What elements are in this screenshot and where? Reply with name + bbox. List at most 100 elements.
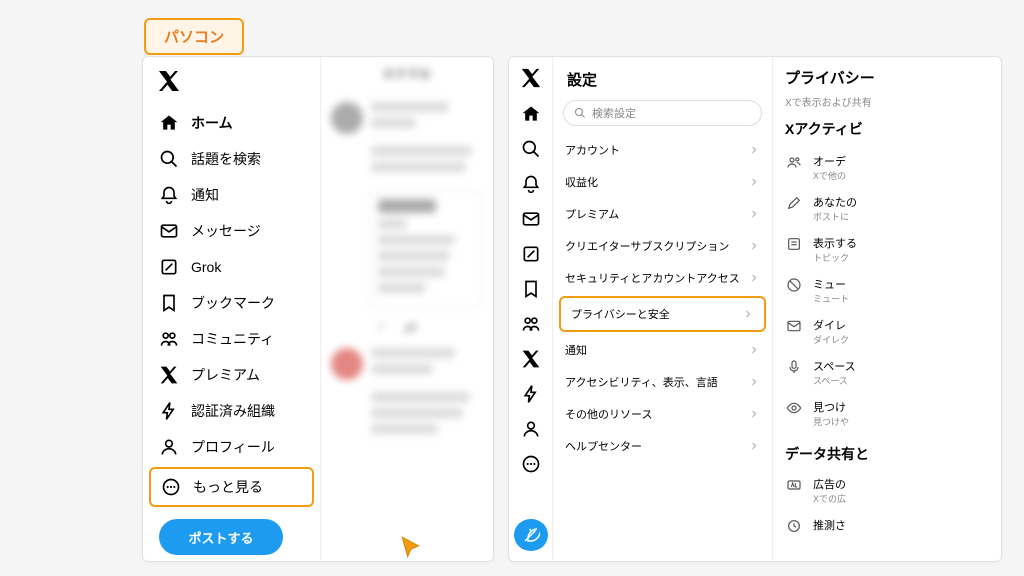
detail-item[interactable]: 広告のXでの広 xyxy=(785,470,1001,511)
community-icon[interactable] xyxy=(520,313,542,334)
chevron-right-icon xyxy=(748,408,760,420)
detail-item[interactable]: 表示するトピック xyxy=(785,229,1001,270)
feed-tab-recommended[interactable]: おすすめ xyxy=(321,65,493,82)
settings-item-label: アカウント xyxy=(565,142,620,158)
nav-label: コミュニティ xyxy=(191,329,274,349)
nav-item-search[interactable]: 話題を検索 xyxy=(149,141,314,177)
grok-icon[interactable] xyxy=(520,243,542,264)
settings-item[interactable]: その他のリソース xyxy=(553,398,772,430)
settings-item[interactable]: セキュリティとアカウントアクセス xyxy=(553,262,772,294)
nav-item-home[interactable]: ホーム xyxy=(149,105,314,141)
chevron-right-icon xyxy=(748,144,760,156)
nav-item-bookmark[interactable]: ブックマーク xyxy=(149,285,314,321)
settings-search-placeholder: 検索設定 xyxy=(592,105,636,121)
settings-item-label: アクセシビリティ、表示、言語 xyxy=(565,374,718,390)
highlight-privacy: プライバシーと安全 xyxy=(559,296,766,332)
detail-item-title: オーデ xyxy=(813,153,1001,169)
detail-item-sub: Xで他の xyxy=(813,169,1001,182)
chevron-right-icon xyxy=(748,208,760,220)
detail-item-title: ダイレ xyxy=(813,317,1001,333)
settings-item[interactable]: プライバシーと安全 xyxy=(561,298,764,330)
detail-item-title: あなたの xyxy=(813,194,1001,210)
nav-item-x[interactable]: プレミアム xyxy=(149,357,314,393)
detail-item[interactable]: 推測さ xyxy=(785,511,1001,541)
community-icon xyxy=(159,329,179,349)
settings-item-label: クリエイターサブスクリプション xyxy=(565,238,729,254)
detail-item-sub: トピック xyxy=(813,251,1001,264)
infer-icon xyxy=(785,517,803,535)
detail-item-sub: スペース xyxy=(813,374,1001,387)
nav-item-grok[interactable]: Grok xyxy=(149,249,314,285)
detail-item[interactable]: ダイレダイレク xyxy=(785,311,1001,352)
detail-item[interactable]: オーデXで他の xyxy=(785,147,1001,188)
settings-item[interactable]: アクセシビリティ、表示、言語 xyxy=(553,366,772,398)
right-panel: 設定 検索設定 アカウント収益化プレミアムクリエイターサブスクリプションセキュリ… xyxy=(508,56,1002,562)
nav-item-more[interactable]: もっと見る xyxy=(151,469,312,505)
detail-item[interactable]: スペーススペース xyxy=(785,352,1001,393)
profile-icon xyxy=(159,437,179,457)
more-icon[interactable] xyxy=(520,453,542,474)
detail-item[interactable]: 見つけ見つけや xyxy=(785,393,1001,434)
nav-label: プレミアム xyxy=(191,365,260,385)
post-button[interactable]: ポストする xyxy=(159,519,283,555)
settings-item-label: セキュリティとアカウントアクセス xyxy=(565,270,740,286)
nav-item-bolt[interactable]: 認証済み組織 xyxy=(149,393,314,429)
settings-item-label: 通知 xyxy=(565,342,587,358)
detail-item-sub: ポストに xyxy=(813,210,1001,223)
x-logo-icon[interactable] xyxy=(157,69,183,95)
highlight-more: もっと見る xyxy=(149,467,314,507)
nav-label: Grok xyxy=(191,259,221,275)
chevron-right-icon xyxy=(748,376,760,388)
bolt-icon xyxy=(159,401,179,421)
settings-item[interactable]: プレミアム xyxy=(553,198,772,230)
x-icon[interactable] xyxy=(520,348,542,369)
home-icon xyxy=(159,113,179,133)
settings-item[interactable]: クリエイターサブスクリプション xyxy=(553,230,772,262)
chevron-right-icon xyxy=(742,308,754,320)
data-section-title: データ共有と xyxy=(785,444,1001,464)
mail-icon[interactable] xyxy=(520,208,542,229)
compose-fab[interactable] xyxy=(514,519,548,552)
mic-icon xyxy=(785,358,803,376)
detail-item-title: 推測さ xyxy=(813,517,1001,533)
detail-item-title: スペース xyxy=(813,358,1001,374)
detail-item-sub: ミュート xyxy=(813,292,1001,305)
nav-label: ホーム xyxy=(191,113,233,133)
detail-description: Xで表示および共有 xyxy=(785,94,1001,109)
search-icon[interactable] xyxy=(520,138,542,159)
profile-icon[interactable] xyxy=(520,418,542,439)
detail-item[interactable]: ミューミュート xyxy=(785,270,1001,311)
chevron-right-icon xyxy=(748,176,760,188)
chevron-right-icon xyxy=(748,272,760,284)
pen-icon xyxy=(785,194,803,212)
bolt-icon[interactable] xyxy=(520,383,542,404)
bell-icon[interactable] xyxy=(520,173,542,194)
x-logo-icon[interactable] xyxy=(520,67,542,89)
settings-item[interactable]: アカウント xyxy=(553,134,772,166)
detail-item-title: ミュー xyxy=(813,276,1001,292)
nav-item-community[interactable]: コミュニティ xyxy=(149,321,314,357)
settings-item[interactable]: ヘルプセンター xyxy=(553,430,772,462)
detail-column: プライバシー Xで表示および共有 Xアクティビ オーデXで他のあなたのポストに表… xyxy=(773,57,1001,561)
nav-item-bell[interactable]: 通知 xyxy=(149,177,314,213)
nav-item-mail[interactable]: メッセージ xyxy=(149,213,314,249)
bookmark-icon[interactable] xyxy=(520,278,542,299)
settings-item[interactable]: 収益化 xyxy=(553,166,772,198)
left-nav: ホーム話題を検索通知メッセージ Grok ブックマークコミュニティプレミアム認証済み… xyxy=(143,57,321,561)
nav-item-profile[interactable]: プロフィール xyxy=(149,429,314,465)
nav-label: 通知 xyxy=(191,185,219,205)
nav-label: プロフィール xyxy=(191,437,275,457)
feed-column: おすすめ ○⇄ xyxy=(321,57,493,561)
x-icon xyxy=(159,365,179,385)
dm-icon xyxy=(785,317,803,335)
detail-item[interactable]: あなたのポストに xyxy=(785,188,1001,229)
settings-search-input[interactable]: 検索設定 xyxy=(563,100,762,126)
settings-item-label: 収益化 xyxy=(565,174,598,190)
home-icon[interactable] xyxy=(520,103,542,124)
mail-icon xyxy=(159,221,179,241)
nav-label: メッセージ xyxy=(191,221,261,241)
detail-title: プライバシー xyxy=(785,67,1001,88)
settings-item-label: プライバシーと安全 xyxy=(571,306,670,322)
content-icon xyxy=(785,235,803,253)
settings-item[interactable]: 通知 xyxy=(553,334,772,366)
